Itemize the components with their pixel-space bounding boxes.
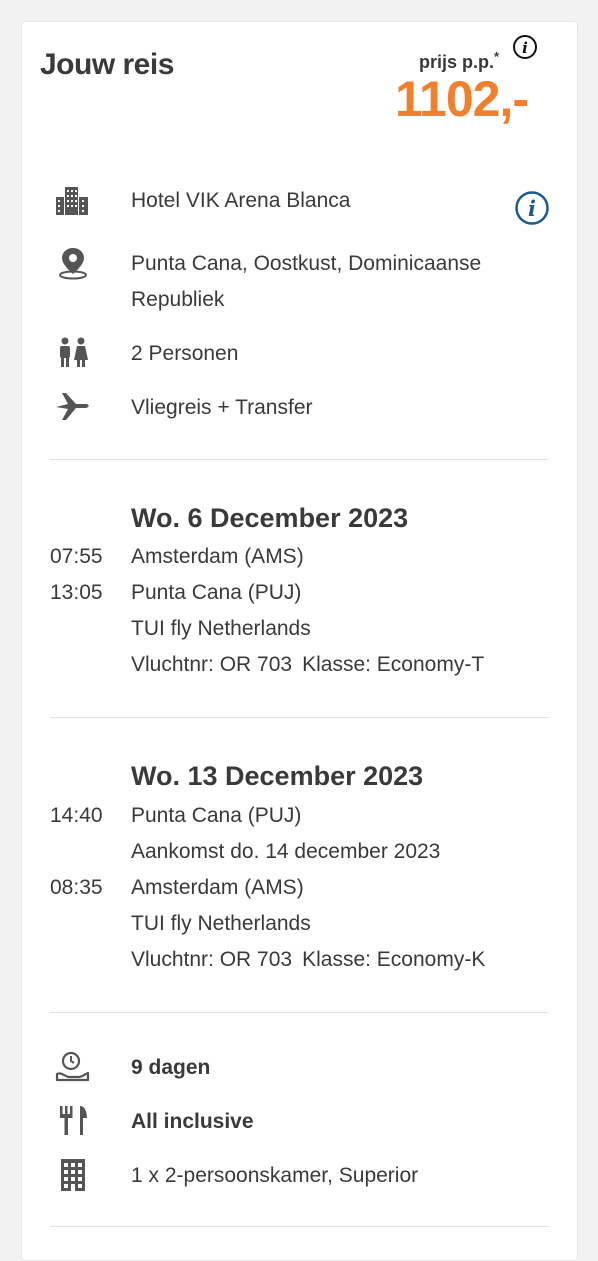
- room-building-icon: [61, 1159, 85, 1191]
- outbound-arrival-time: 13:05: [50, 581, 103, 604]
- persons-icon: [60, 337, 88, 367]
- travel-type: Vliegreis + Transfer: [131, 396, 313, 419]
- return-departure-time: 14:40: [50, 804, 103, 827]
- trip-duration: 9 dagen: [131, 1056, 211, 1079]
- page-title: Jouw reis: [40, 48, 174, 81]
- outbound-date: Wo. 6 December 2023: [131, 503, 409, 533]
- divider: [50, 1226, 548, 1227]
- svg-text:i: i: [528, 196, 536, 221]
- outbound-arrival-airport: Punta Cana (PUJ): [131, 581, 302, 604]
- board-type: All inclusive: [131, 1110, 254, 1133]
- outbound-class: Klasse: Economy-T: [302, 653, 485, 676]
- room-type: 1 x 2-persoonskamer, Superior: [131, 1164, 419, 1187]
- return-carrier: TUI fly Netherlands: [131, 912, 311, 935]
- outbound-departure-time: 07:55: [50, 545, 103, 568]
- location-line-2: Republiek: [131, 288, 225, 311]
- divider: [50, 717, 548, 718]
- return-flight-number: Vluchtnr: OR 703: [131, 948, 293, 971]
- cutlery-icon: [60, 1106, 87, 1135]
- outbound-flight-number: Vluchtnr: OR 703: [131, 653, 293, 676]
- return-date: Wo. 13 December 2023: [131, 761, 424, 791]
- return-class: Klasse: Economy-K: [302, 948, 486, 971]
- return-arrival-time: 08:35: [50, 876, 103, 899]
- svg-text:i: i: [522, 39, 528, 57]
- divider: [50, 459, 548, 460]
- return-arrival-note: Aankomst do. 14 december 2023: [131, 840, 441, 863]
- location-pin-icon: [59, 248, 87, 280]
- info-icon[interactable]: i: [512, 34, 538, 60]
- hotel-building-icon: [56, 187, 88, 215]
- return-arrival-airport: Amsterdam (AMS): [131, 876, 304, 899]
- divider: [50, 1012, 548, 1013]
- duration-icon: [55, 1051, 90, 1082]
- location-line-1: Punta Cana, Oostkust, Dominicaanse: [131, 252, 482, 275]
- return-departure-airport: Punta Cana (PUJ): [131, 804, 302, 827]
- price-per-person: 1102,-: [395, 71, 529, 127]
- outbound-departure-airport: Amsterdam (AMS): [131, 545, 304, 568]
- hotel-info-icon[interactable]: i: [514, 190, 550, 226]
- persons-count: 2 Personen: [131, 342, 239, 365]
- airplane-icon: [56, 393, 89, 420]
- outbound-flight-details: Vluchtnr: OR 703 Klasse: Economy-T: [131, 647, 484, 683]
- return-flight-details: Vluchtnr: OR 703 Klasse: Economy-K: [131, 942, 485, 978]
- outbound-carrier: TUI fly Netherlands: [131, 617, 311, 640]
- hotel-name: Hotel VIK Arena Blanca: [131, 189, 351, 212]
